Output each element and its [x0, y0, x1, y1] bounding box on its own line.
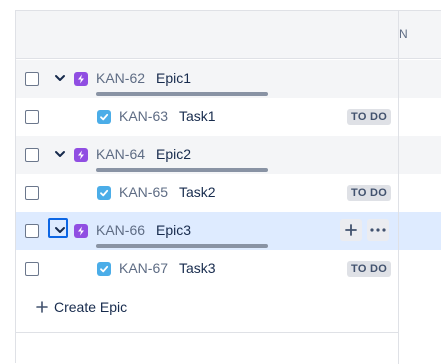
- table-row-epic-selected[interactable]: KAN-66 Epic3: [16, 212, 441, 250]
- row-checkbox[interactable]: [25, 72, 39, 86]
- row-checkbox[interactable]: [25, 110, 39, 124]
- table-row-task[interactable]: KAN-63 Task1 TO DO: [16, 98, 441, 136]
- status-badge[interactable]: TO DO: [347, 261, 392, 277]
- plus-icon: [345, 224, 357, 236]
- more-actions-button[interactable]: [367, 219, 389, 241]
- issue-summary[interactable]: Task2: [179, 184, 216, 200]
- epic-icon: [74, 72, 88, 86]
- create-epic-label: Create Epic: [54, 299, 128, 315]
- table-header: N: [16, 11, 441, 59]
- issue-key[interactable]: KAN-65: [119, 184, 168, 200]
- epic-progress-bar: [96, 168, 268, 172]
- epic-progress-bar: [96, 92, 268, 96]
- task-icon: [97, 262, 111, 276]
- row-checkbox[interactable]: [25, 262, 39, 276]
- column-header[interactable]: N: [399, 27, 408, 41]
- row-checkbox[interactable]: [25, 186, 39, 200]
- row-checkbox[interactable]: [25, 224, 39, 238]
- issue-key[interactable]: KAN-64: [96, 146, 145, 162]
- chevron-down-icon[interactable]: [53, 71, 67, 85]
- issue-key[interactable]: KAN-67: [119, 260, 168, 276]
- row-checkbox[interactable]: [25, 148, 39, 162]
- status-badge[interactable]: TO DO: [347, 109, 392, 125]
- issue-summary[interactable]: Epic2: [156, 146, 191, 162]
- issue-summary[interactable]: Epic1: [156, 70, 191, 86]
- issue-key[interactable]: KAN-62: [96, 70, 145, 86]
- task-icon: [97, 110, 111, 124]
- epic-icon: [74, 148, 88, 162]
- backlog-table: N KAN-62 Epic1 KAN-63 Task1 TO DO KAN-64: [15, 10, 441, 364]
- issue-key[interactable]: KAN-63: [119, 108, 168, 124]
- epic-icon: [74, 224, 88, 238]
- chevron-down-icon[interactable]: [53, 223, 67, 237]
- divider: [16, 332, 399, 333]
- chevron-down-icon[interactable]: [53, 147, 67, 161]
- table-row-epic[interactable]: KAN-62 Epic1: [16, 60, 441, 98]
- ellipsis-icon: [370, 228, 386, 232]
- table-row-task[interactable]: KAN-67 Task3 TO DO: [16, 250, 441, 288]
- plus-icon: [36, 298, 48, 316]
- status-badge[interactable]: TO DO: [347, 185, 392, 201]
- task-icon: [97, 186, 111, 200]
- epic-progress-bar: [96, 244, 268, 248]
- issue-summary[interactable]: Task3: [179, 260, 216, 276]
- table-row-epic[interactable]: KAN-64 Epic2: [16, 136, 441, 174]
- issue-summary[interactable]: Epic3: [156, 222, 191, 238]
- table-row-task[interactable]: KAN-65 Task2 TO DO: [16, 174, 441, 212]
- column-divider: [398, 11, 399, 364]
- create-epic-button[interactable]: Create Epic: [16, 287, 382, 327]
- issue-summary[interactable]: Task1: [179, 108, 216, 124]
- add-child-button[interactable]: [340, 219, 362, 241]
- issue-key[interactable]: KAN-66: [96, 222, 145, 238]
